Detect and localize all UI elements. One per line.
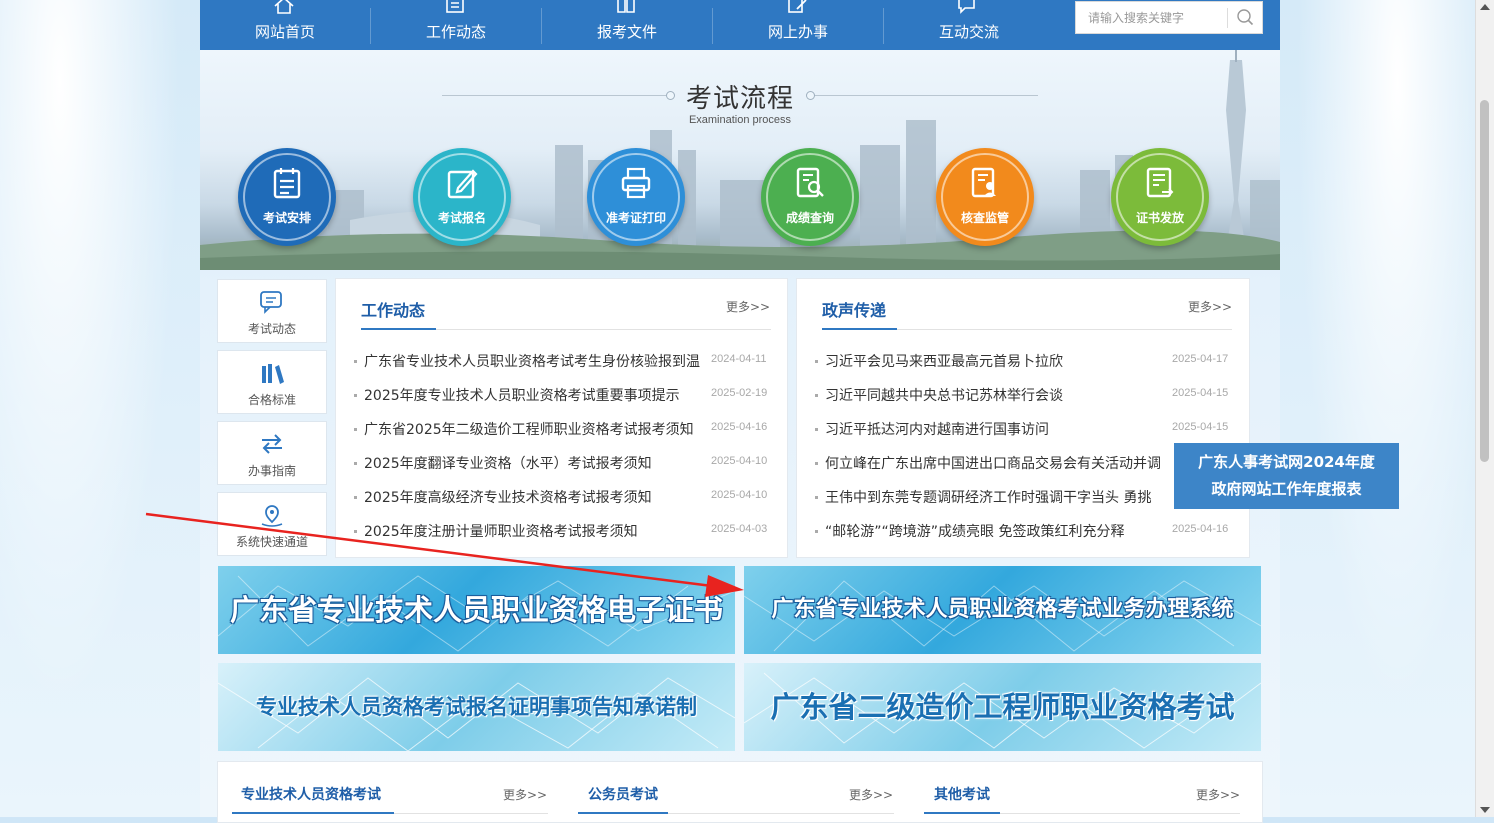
more-link[interactable]: 更多>> [726,298,770,315]
banner-subtitle: Examination process [688,114,792,126]
nav-item-home[interactable]: 网站首页 [200,0,370,50]
page-background-right [1280,0,1476,817]
nav-item-documents[interactable]: 报考文件 [542,0,712,50]
tab-other-exam[interactable]: 其他考试 [934,784,990,804]
work-news-panel: 工作动态 更多>> 广东省专业技术人员职业资格考试考生身份核验报到温 2024-0… [335,278,788,558]
panel-title: 工作动态 [361,301,426,320]
list-item[interactable]: 广东省2025年二级造价工程师职业资格考试报考须知 2025-04-16 [354,419,774,439]
tile-text: 广东省专业技术人员职业资格考试业务办理系统 [771,597,1234,622]
scrollbar-thumb[interactable] [1480,100,1489,462]
step-label: 考试报名 [437,211,486,225]
scroll-up-arrow-icon[interactable] [1480,4,1490,10]
exchange-icon [262,434,282,454]
banner-title: 考试流程 [685,84,794,114]
list-item[interactable]: 习近平抵达河内对越南进行国事访问 2025-04-15 [815,419,1235,439]
search-box [1075,1,1263,34]
tile-cost-engineer-exam[interactable]: 广东省二级造价工程师职业资格考试 [744,663,1261,751]
search-doc-icon [796,167,824,198]
message-icon [260,291,282,314]
edit-icon [788,0,807,13]
list-item[interactable]: 王伟中到东莞专题调研经济工作时强调干字当头 勇挑 [815,487,1235,507]
chat-icon [958,0,975,14]
annual-report-badge[interactable]: 广东人事考试网2024年度 政府网站工作年度报表 [1174,443,1399,509]
panel-title: 政声传递 [822,301,887,320]
side-link-service-guide[interactable]: 办事指南 [217,421,327,485]
side-link-label: 办事指南 [247,464,296,478]
step-label: 证书发放 [1135,211,1184,225]
side-link-label: 合格标准 [247,393,296,407]
list-item[interactable]: 广东省专业技术人员职业资格考试考生身份核验报到温 2024-04-11 [354,351,774,371]
tab-civil-servant-exam[interactable]: 公务员考试 [588,784,658,804]
search-icon [1237,9,1254,26]
tile-text: 广东省二级造价工程师职业资格考试 [770,690,1235,724]
page-container: 网站首页 工作动态 报考文件 网上办事 互动交流 请输入搜索关键字 考试流程 E… [200,0,1399,823]
nav-item-news[interactable]: 工作动态 [371,0,541,50]
side-link-label: 考试动态 [247,322,296,336]
tile-e-certificate[interactable]: 广东省专业技术人员职业资格电子证书 [218,566,735,654]
nav-item-label: 互动交流 [938,23,999,41]
vertical-scrollbar[interactable] [1475,0,1494,817]
verify-icon [971,167,996,198]
step-admission-ticket-print[interactable]: 准考证打印 [587,148,685,246]
tile-text: 广东省专业技术人员职业资格电子证书 [229,593,723,627]
list-item[interactable]: 习近平会见马来西亚最高元首易卜拉欣 2025-04-17 [815,351,1235,371]
top-nav: 网站首页 工作动态 报考文件 网上办事 互动交流 [200,0,1280,50]
step-label: 核查监管 [960,211,1009,225]
step-label: 准考证打印 [605,211,666,225]
list-item[interactable]: 2025年度注册计量师职业资格考试报考须知 2025-04-03 [354,521,774,541]
tab-professional-exam[interactable]: 专业技术人员资格考试 [241,784,381,804]
calendar-icon [273,168,301,199]
side-link-system-channel[interactable]: 系统快速通道 [217,492,327,556]
badge-line-1: 广东人事考试网2024年度 [1198,453,1375,471]
nav-item-label: 网上办事 [767,23,828,41]
list-item[interactable]: 2025年度高级经济专业技术资格考试报考须知 2025-04-10 [354,487,774,507]
step-score-query[interactable]: 成绩查询 [761,148,859,246]
more-link[interactable]: 更多>> [503,786,547,803]
side-link-pass-standard[interactable]: 合格标准 [217,350,327,414]
badge-line-2: 政府网站工作年度报表 [1211,480,1362,498]
nav-item-label: 工作动态 [425,23,486,41]
books-icon [262,364,284,384]
step-label: 考试安排 [262,211,311,225]
nav-item-label: 报考文件 [596,23,657,41]
step-label: 成绩查询 [785,211,834,225]
news-icon [446,0,464,13]
more-link[interactable]: 更多>> [1188,298,1232,315]
search-button[interactable] [1229,2,1262,33]
side-link-exam-news[interactable]: 考试动态 [217,279,327,343]
map-pin-icon [261,505,283,527]
more-link[interactable]: 更多>> [849,786,893,803]
home-icon [274,0,294,14]
tile-text: 专业技术人员资格考试报名证明事项告知承诺制 [256,695,697,719]
document-icon [617,0,635,13]
printer-icon [621,167,651,199]
step-verification-supervision[interactable]: 核查监管 [936,148,1034,246]
step-certificate-issuance[interactable]: 证书发放 [1111,148,1209,246]
step-exam-registration[interactable]: 考试报名 [413,148,511,246]
gov-news-panel: 政声传递 更多>> 习近平会见马来西亚最高元首易卜拉欣 2025-04-17 习近… [796,278,1250,558]
list-item[interactable]: 何立峰在广东出席中国进出口商品交易会有关活动并调 [815,453,1235,473]
more-link[interactable]: 更多>> [1196,786,1240,803]
list-item[interactable]: “邮轮游”“跨境游”成绩亮眼 免签政策红利充分释 2025-04-16 [815,521,1235,541]
nav-item-interaction[interactable]: 互动交流 [884,0,1054,50]
pen-icon [447,169,478,199]
tile-commitment-system[interactable]: 专业技术人员资格考试报名证明事项告知承诺制 [218,663,735,751]
exam-process-banner: 考试流程 Examination process 考试安排 考试报名 准考证打印… [200,50,1280,270]
list-item[interactable]: 习近平同越共中央总书记苏林举行会谈 2025-04-15 [815,385,1235,405]
exam-category-section: 专业技术人员资格考试 更多>> 公务员考试 更多>> 其他考试 更多>> [217,761,1263,823]
tile-exam-business-system[interactable]: 广东省专业技术人员职业资格考试业务办理系统 [744,566,1261,654]
certificate-icon [1146,167,1174,198]
list-item[interactable]: 2025年度翻译专业资格（水平）考试报考须知 2025-04-10 [354,453,774,473]
scroll-down-arrow-icon[interactable] [1480,807,1490,813]
nav-item-online-service[interactable]: 网上办事 [713,0,883,50]
list-item[interactable]: 2025年度专业技术人员职业资格考试重要事项提示 2025-02-19 [354,385,774,405]
search-input[interactable] [1076,2,1226,33]
step-exam-schedule[interactable]: 考试安排 [238,148,336,246]
nav-item-label: 网站首页 [254,23,315,41]
page-background-left [0,0,200,817]
side-link-label: 系统快速通道 [235,535,308,549]
